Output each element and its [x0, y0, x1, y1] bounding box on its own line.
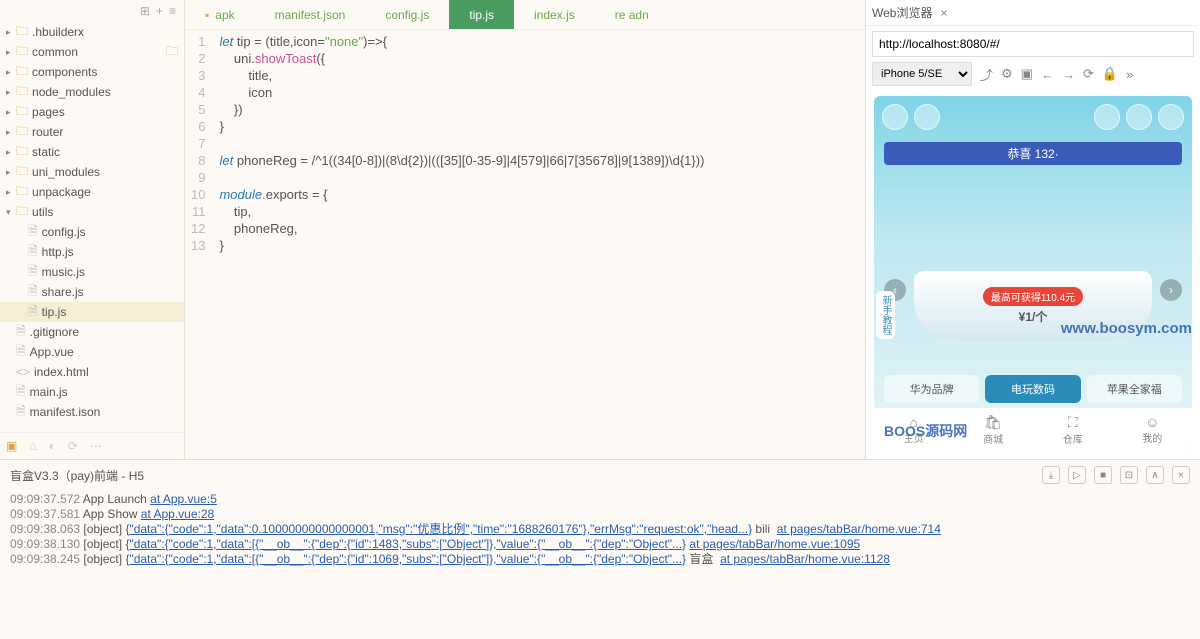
pv-btn[interactable]: [914, 104, 940, 130]
editor-tab[interactable]: manifest.json: [255, 0, 366, 30]
code-editor[interactable]: 12345678910111213 let tip = (title,icon=…: [185, 30, 865, 459]
file-node[interactable]: 🗎manifest.ison: [0, 402, 184, 422]
forward-icon[interactable]: →: [1062, 67, 1075, 82]
file-node[interactable]: 🗎main.js: [0, 382, 184, 402]
sb-ico[interactable]: ⌂: [29, 439, 36, 453]
browser-tab-label: Web浏览器: [872, 4, 932, 21]
file-node[interactable]: 🗎config.js: [0, 222, 184, 242]
file-node[interactable]: <>index.html: [0, 362, 184, 382]
editor-tab[interactable]: ▪apk: [185, 0, 255, 30]
editor-tab[interactable]: config.js: [365, 0, 449, 30]
sb-ico[interactable]: ⋯: [90, 439, 102, 453]
console-ico[interactable]: ▷: [1068, 466, 1086, 484]
file-tree: ▸🗀.hbuilderx▸🗀common🗀▸🗀components▸🗀node_…: [0, 22, 184, 432]
web-preview-panel: Web浏览器 × iPhone 5/SE ⤴ ⚙ ▣ ← → ⟳ 🔒 » 恭喜 …: [865, 0, 1200, 459]
editor-tab[interactable]: index.js: [514, 0, 595, 30]
editor-tabs: ▪apkmanifest.jsonconfig.jstip.jsindex.js…: [185, 0, 865, 30]
folder-node[interactable]: ▸🗀.hbuilderx: [0, 22, 184, 42]
sidebar-bottom: ▣ ⌂ ◐ ⟳ ⋯: [0, 432, 184, 459]
nav-item[interactable]: ⛶仓库: [1033, 408, 1113, 451]
prize-price: ¥1/个: [1019, 308, 1048, 325]
console-ico[interactable]: ⤓: [1042, 466, 1060, 484]
nav-item[interactable]: ⌂主页: [874, 408, 954, 451]
sidebar-toolbar: ⊞ + ≡: [0, 0, 184, 22]
file-node[interactable]: 🗎App.vue: [0, 342, 184, 362]
lock-icon[interactable]: 🔒: [1102, 66, 1118, 82]
pv-btn[interactable]: [1158, 104, 1184, 130]
console-ico[interactable]: ■: [1094, 466, 1112, 484]
nav-item[interactable]: 🛍商城: [954, 408, 1034, 451]
folder-node[interactable]: ▸🗀node_modules: [0, 82, 184, 102]
console-panel: 盲盒V3.3（pay)前端 - H5 ⤓ ▷ ■ ⊡ ∧ × 09:09:37.…: [0, 459, 1200, 639]
category-tab[interactable]: 华为品牌: [884, 375, 979, 403]
device-preview: 恭喜 132· ‹ › 最高可获得110.4元 ¥1/个 新手教程 华为品牌电玩…: [874, 96, 1192, 451]
bottom-nav: ⌂主页🛍商城⛶仓库☺我的: [874, 407, 1192, 451]
console-title: 盲盒V3.3（pay)前端 - H5: [10, 467, 1034, 484]
editor-tab[interactable]: tip.js: [449, 0, 514, 30]
file-node[interactable]: 🗎tip.js: [0, 302, 184, 322]
folder-node[interactable]: ▸🗀static: [0, 142, 184, 162]
editor-area: ▪apkmanifest.jsonconfig.jstip.jsindex.js…: [185, 0, 865, 459]
folder-node[interactable]: ▸🗀uni_modules: [0, 162, 184, 182]
file-node[interactable]: 🗎http.js: [0, 242, 184, 262]
device-select[interactable]: iPhone 5/SE: [872, 62, 972, 86]
close-icon[interactable]: ×: [940, 6, 947, 20]
pv-btn[interactable]: [1126, 104, 1152, 130]
folder-node[interactable]: ▸🗀components: [0, 62, 184, 82]
add-icon[interactable]: +: [156, 4, 163, 18]
reload-icon[interactable]: ⟳: [1083, 66, 1094, 82]
file-node[interactable]: 🗎music.js: [0, 262, 184, 282]
more-icon[interactable]: »: [1126, 67, 1133, 82]
folder-node[interactable]: ▸🗀router: [0, 122, 184, 142]
folder-node[interactable]: ▾🗀utils: [0, 202, 184, 222]
marquee: 恭喜 132·: [884, 142, 1182, 165]
sb-ico[interactable]: ◐: [49, 439, 56, 453]
screenshot-icon[interactable]: ▣: [1021, 66, 1033, 82]
category-tab[interactable]: 苹果全家福: [1087, 375, 1182, 403]
url-input[interactable]: [872, 31, 1194, 57]
pv-btn[interactable]: [882, 104, 908, 130]
external-icon[interactable]: ⤴: [980, 65, 993, 84]
console-ico[interactable]: ×: [1172, 466, 1190, 484]
console-log[interactable]: 09:09:37.572 App Launch at App.vue:509:0…: [0, 490, 1200, 639]
file-explorer: ⊞ + ≡ ▸🗀.hbuilderx▸🗀common🗀▸🗀components▸…: [0, 0, 185, 459]
folder-view-icon[interactable]: ▣: [6, 439, 17, 453]
folder-node[interactable]: ▸🗀pages: [0, 102, 184, 122]
menu-icon[interactable]: ≡: [169, 4, 176, 18]
file-node[interactable]: 🗎share.js: [0, 282, 184, 302]
prize-box[interactable]: 最高可获得110.4元 ¥1/个: [914, 271, 1152, 341]
console-ico[interactable]: ⊡: [1120, 466, 1138, 484]
tutorial-button[interactable]: 新手教程: [876, 291, 895, 339]
collapse-icon[interactable]: ⊞: [140, 4, 150, 18]
file-node[interactable]: 🗎.gitignore: [0, 322, 184, 342]
console-ico[interactable]: ∧: [1146, 466, 1164, 484]
prize-badge: 最高可获得110.4元: [983, 287, 1083, 306]
folder-node[interactable]: ▸🗀unpackage: [0, 182, 184, 202]
carousel-next[interactable]: ›: [1160, 279, 1182, 301]
nav-item[interactable]: ☺我的: [1113, 408, 1193, 451]
sb-ico[interactable]: ⟳: [68, 439, 78, 453]
pv-btn[interactable]: [1094, 104, 1120, 130]
gear-icon[interactable]: ⚙: [1001, 66, 1013, 82]
category-tab[interactable]: 电玩数码: [985, 375, 1080, 403]
back-icon[interactable]: ←: [1041, 67, 1054, 82]
editor-tab[interactable]: re adn: [595, 0, 669, 30]
folder-node[interactable]: ▸🗀common🗀: [0, 42, 184, 62]
